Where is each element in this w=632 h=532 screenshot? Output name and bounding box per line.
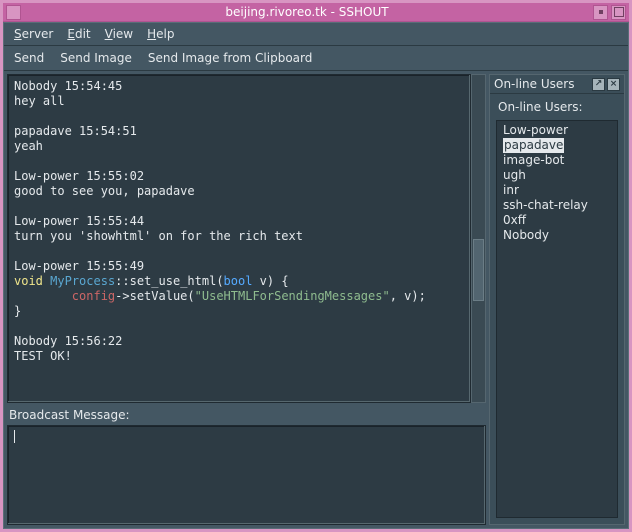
user-list-item[interactable]: ugh [497, 168, 617, 183]
panel-detach-icon[interactable]: ↗ [592, 78, 605, 91]
toolbar: Send Send Image Send Image from Clipboar… [4, 46, 628, 71]
menu-view[interactable]: View [105, 27, 133, 41]
menu-edit[interactable]: Edit [67, 27, 90, 41]
text-caret [14, 430, 15, 443]
user-list[interactable]: Low-powerpapadaveimage-botughinrssh-chat… [496, 120, 618, 518]
user-list-item[interactable]: 0xff [497, 213, 617, 228]
menu-help[interactable]: Help [147, 27, 174, 41]
user-list-item-selected[interactable]: papadave [503, 138, 564, 153]
left-column: Nobody 15:54:45 hey all papadave 15:54:5… [7, 74, 486, 525]
message-input[interactable] [7, 425, 486, 525]
users-heading: On-line Users: [490, 94, 624, 118]
send-button[interactable]: Send [14, 51, 44, 65]
window-menu-button[interactable] [6, 5, 21, 20]
input-label: Broadcast Message: [7, 406, 486, 422]
window-title: beijing.rivoreo.tk - SSHOUT [21, 5, 593, 19]
menu-server[interactable]: Server [14, 27, 53, 41]
user-list-item[interactable]: ssh-chat-relay [497, 198, 617, 213]
chat-log[interactable]: Nobody 15:54:45 hey all papadave 15:54:5… [7, 74, 471, 403]
window-frame: beijing.rivoreo.tk - SSHOUT Server Edit … [0, 0, 632, 532]
user-list-item[interactable]: Low-power [497, 123, 617, 138]
send-image-button[interactable]: Send Image [60, 51, 132, 65]
menubar: Server Edit View Help [4, 23, 628, 46]
client-area: Server Edit View Help Send Send Image Se… [3, 22, 629, 529]
panel-close-icon[interactable]: × [607, 78, 620, 91]
scrollbar-thumb[interactable] [473, 239, 484, 301]
chat-log-container: Nobody 15:54:45 hey all papadave 15:54:5… [7, 74, 486, 403]
user-list-item[interactable]: image-bot [497, 153, 617, 168]
user-list-item[interactable]: Nobody [497, 228, 617, 243]
main-area: Nobody 15:54:45 hey all papadave 15:54:5… [4, 71, 628, 528]
minimize-button[interactable] [593, 5, 608, 20]
online-users-panel: On-line Users ↗ × On-line Users: Low-pow… [489, 74, 625, 525]
titlebar[interactable]: beijing.rivoreo.tk - SSHOUT [3, 3, 629, 22]
maximize-button[interactable] [611, 5, 626, 20]
chat-scrollbar[interactable] [471, 74, 486, 403]
users-panel-title: On-line Users [494, 77, 574, 91]
send-image-clipboard-button[interactable]: Send Image from Clipboard [148, 51, 313, 65]
users-panel-header[interactable]: On-line Users ↗ × [490, 75, 624, 94]
user-list-item[interactable]: inr [497, 183, 617, 198]
